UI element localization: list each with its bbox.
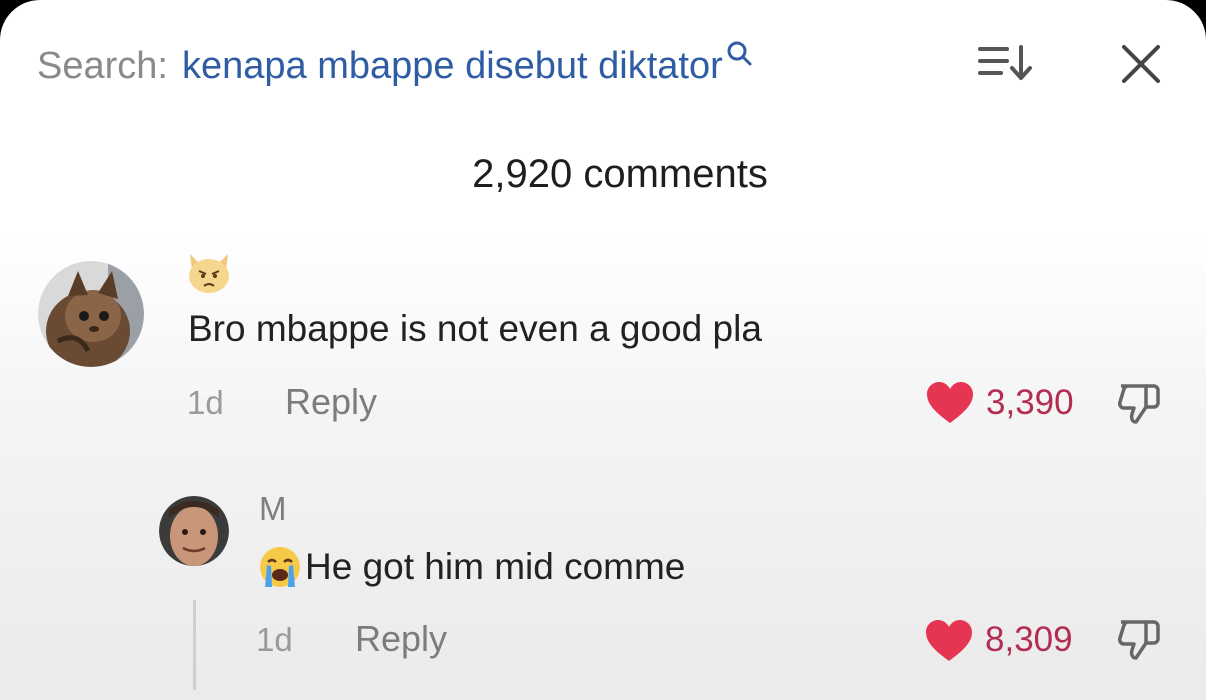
thread-line xyxy=(193,600,196,690)
comment-time: 1d xyxy=(187,384,224,421)
search-query[interactable]: kenapa mbappe disebut diktator xyxy=(182,40,723,92)
comment-text: Bro mbappe is not even a good pla xyxy=(188,308,762,349)
search-label: Search: xyxy=(37,45,168,87)
like-count: 3,390 xyxy=(986,383,1074,422)
comment-text: He got him mid comme xyxy=(305,546,686,587)
pouting-cat-emoji xyxy=(189,254,229,293)
comment-count: 2,920 comments xyxy=(472,152,768,196)
author-name[interactable]: M xyxy=(259,490,287,528)
heart-icon[interactable] xyxy=(925,381,975,425)
thumbs-down-icon[interactable] xyxy=(1116,617,1162,663)
reply-button[interactable]: Reply xyxy=(285,381,377,423)
thumbs-down-icon[interactable] xyxy=(1116,381,1162,427)
avatar[interactable] xyxy=(38,261,144,367)
close-icon[interactable] xyxy=(1120,43,1162,85)
sort-icon[interactable] xyxy=(977,43,1033,83)
search-icon[interactable] xyxy=(725,40,755,70)
avatar[interactable] xyxy=(159,496,229,566)
comment-time: 1d xyxy=(256,621,293,658)
reply-button[interactable]: Reply xyxy=(355,618,447,660)
loudly-crying-face-emoji xyxy=(260,547,300,587)
comments-panel: Search: kenapa mbappe disebut diktator 2… xyxy=(0,0,1206,700)
search-header[interactable]: Search: kenapa mbappe disebut diktator xyxy=(37,40,755,92)
like-count: 8,309 xyxy=(985,620,1073,659)
heart-icon[interactable] xyxy=(924,619,974,663)
